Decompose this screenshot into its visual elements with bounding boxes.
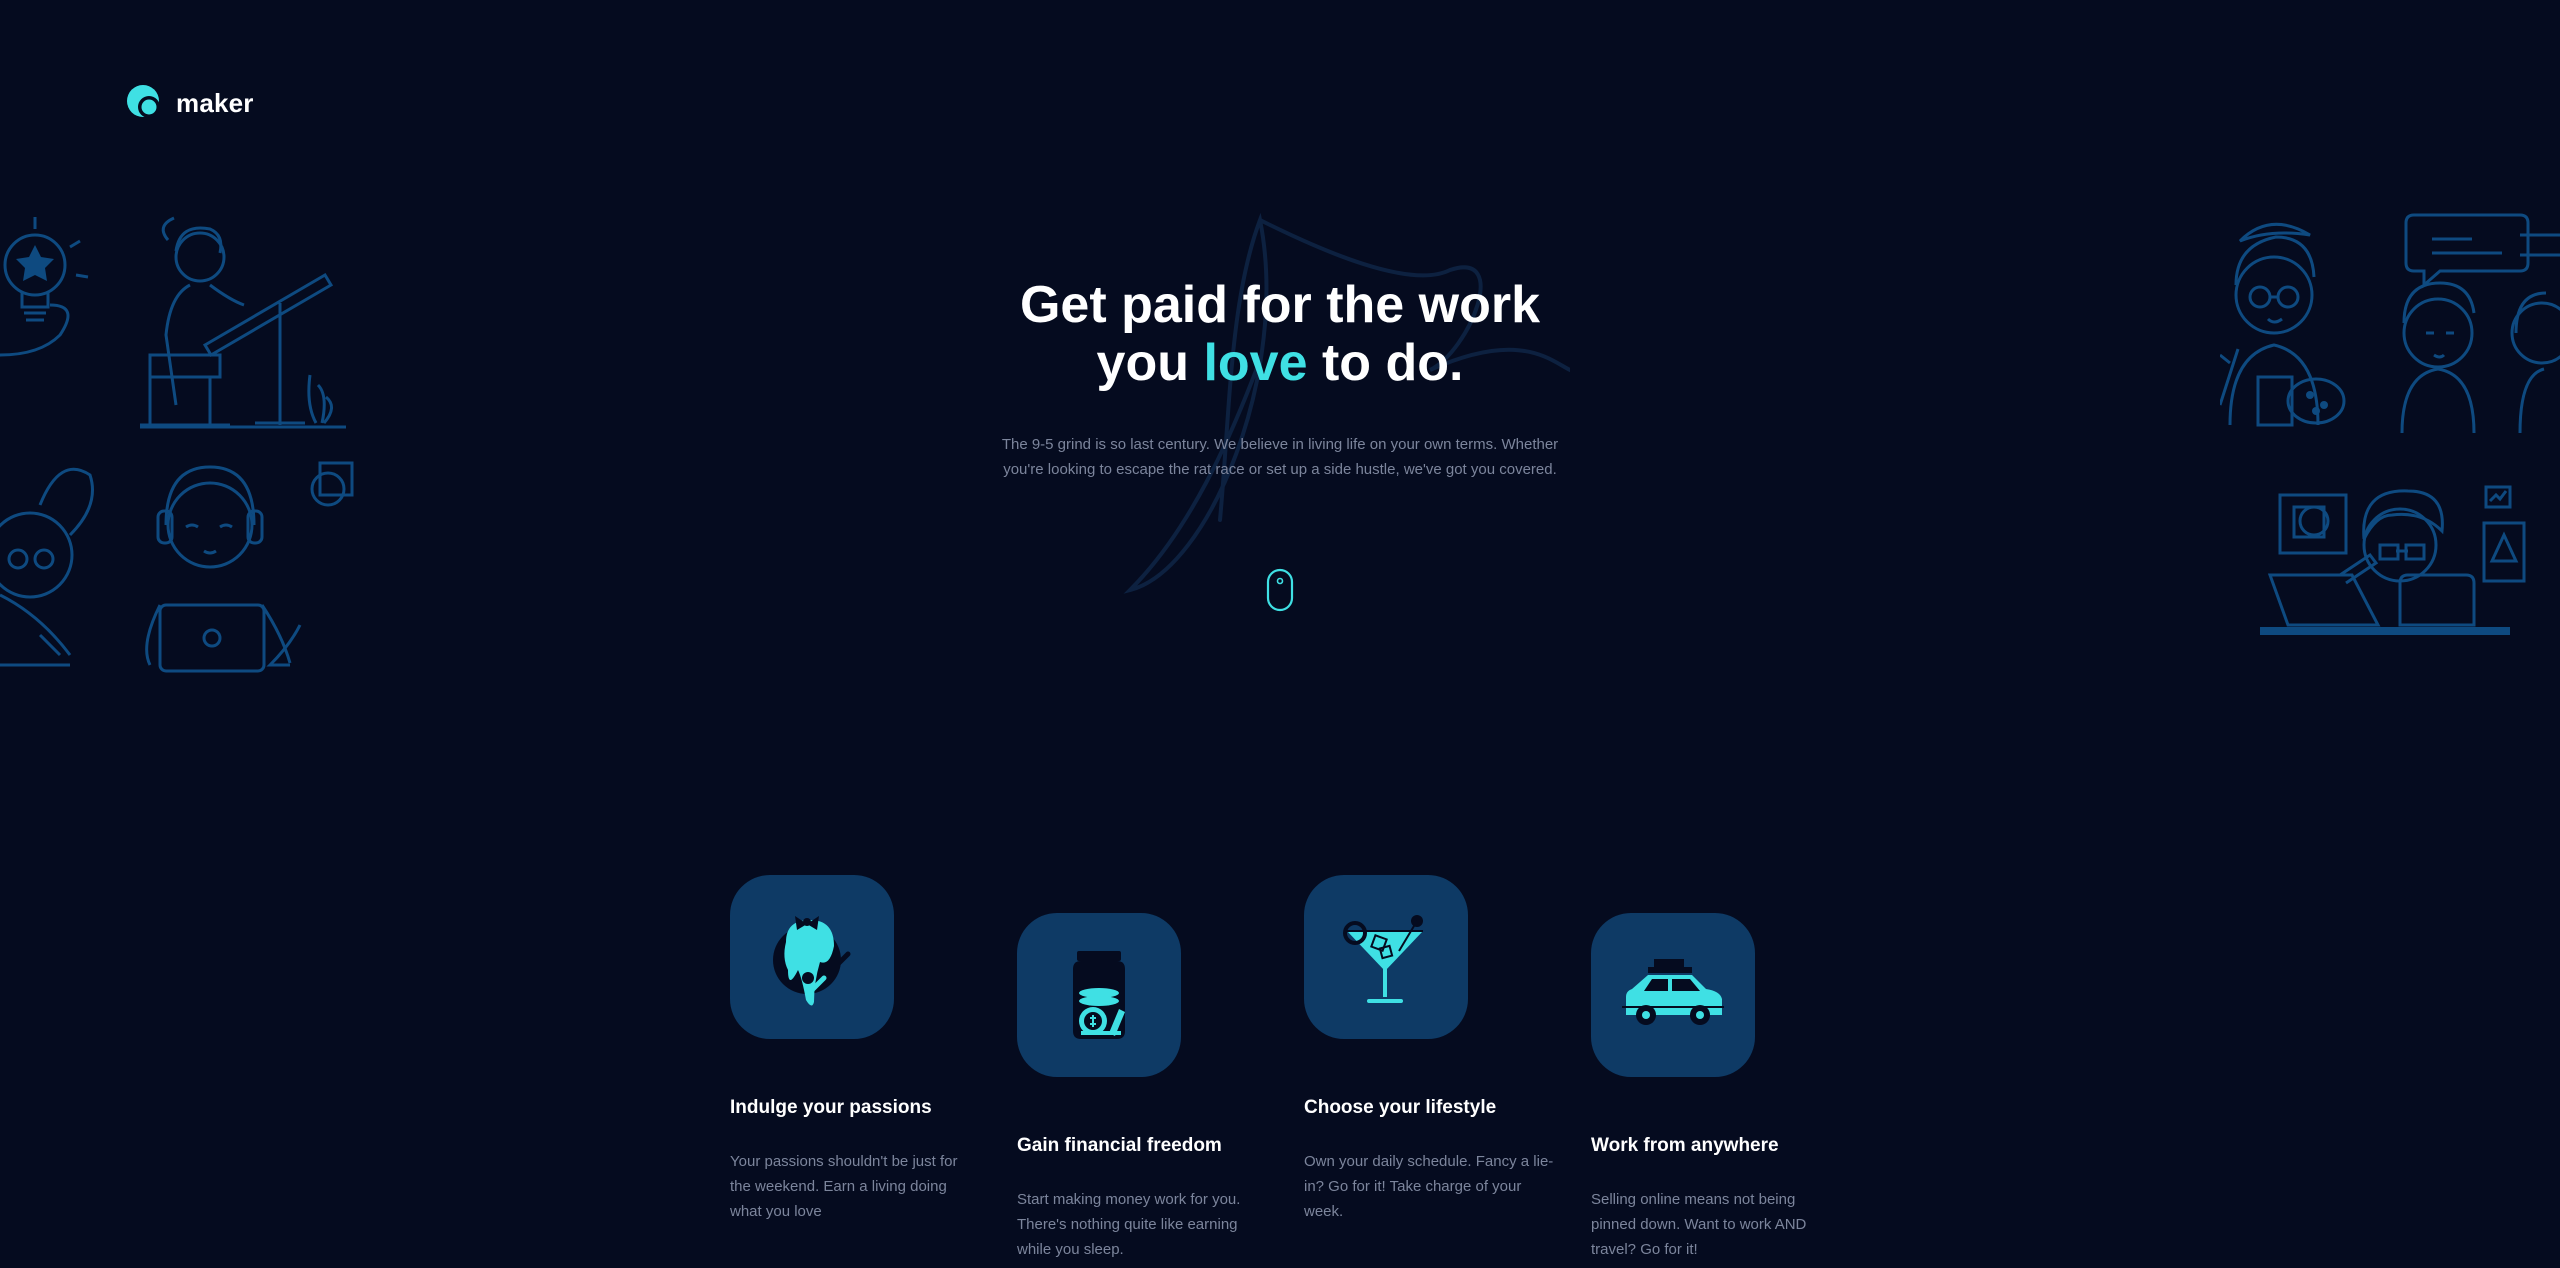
brand-logo[interactable]: maker bbox=[126, 84, 254, 122]
feature-title: Indulge your passions bbox=[730, 1097, 932, 1118]
feature-title: Gain financial freedom bbox=[1017, 1135, 1222, 1156]
feature-card: Work from anywhere Selling online means … bbox=[1591, 913, 1841, 1262]
feature-tile bbox=[730, 875, 894, 1039]
feature-text: Your passions shouldn't be just for the … bbox=[730, 1153, 958, 1220]
feature-text: Own your daily schedule. Fancy a lie-in?… bbox=[1304, 1153, 1554, 1220]
feature-title: Choose your lifestyle bbox=[1304, 1097, 1497, 1118]
feature-card: Choose your lifestyle Own your daily sch… bbox=[1304, 875, 1554, 1224]
hero-subtitle: The 9-5 grind is so last century. We bel… bbox=[1001, 436, 1559, 478]
brand-name: maker bbox=[176, 87, 254, 118]
cocktail-icon bbox=[1343, 915, 1423, 1003]
feature-tile bbox=[1304, 875, 1468, 1039]
mouse-icon[interactable] bbox=[1266, 568, 1294, 612]
hero-title: Get paid for the work you love to do. bbox=[0, 276, 2560, 392]
illustrator-figure bbox=[2260, 485, 2526, 635]
feature-text: Selling online means not being pinned do… bbox=[1591, 1191, 1807, 1258]
hero-title-line2-post: to do. bbox=[1307, 334, 1464, 392]
money-jar-icon bbox=[1073, 951, 1125, 1039]
paint-palette-icon bbox=[773, 916, 851, 1006]
feature-card: Indulge your passions Your passions shou… bbox=[730, 875, 980, 1224]
feature-card: Gain financial freedom Start making mone… bbox=[1017, 913, 1267, 1262]
feature-tile bbox=[1591, 913, 1755, 1077]
car-icon bbox=[1622, 959, 1724, 1025]
hero-title-line2-pre: you bbox=[1096, 334, 1204, 392]
headphones-figure bbox=[145, 461, 354, 673]
hero-title-line1: Get paid for the work bbox=[1019, 276, 1541, 334]
hero-title-accent: love bbox=[1203, 334, 1308, 392]
feature-text: Start making money work for you. There's… bbox=[1017, 1191, 1241, 1258]
feature-title: Work from anywhere bbox=[1591, 1135, 1779, 1156]
feature-tile bbox=[1017, 913, 1181, 1077]
hero-section: Get paid for the work you love to do. Th… bbox=[0, 276, 2560, 482]
logo-icon bbox=[127, 85, 160, 118]
speech-bubble-icon bbox=[2404, 213, 2560, 289]
bunny-figure bbox=[0, 467, 94, 667]
